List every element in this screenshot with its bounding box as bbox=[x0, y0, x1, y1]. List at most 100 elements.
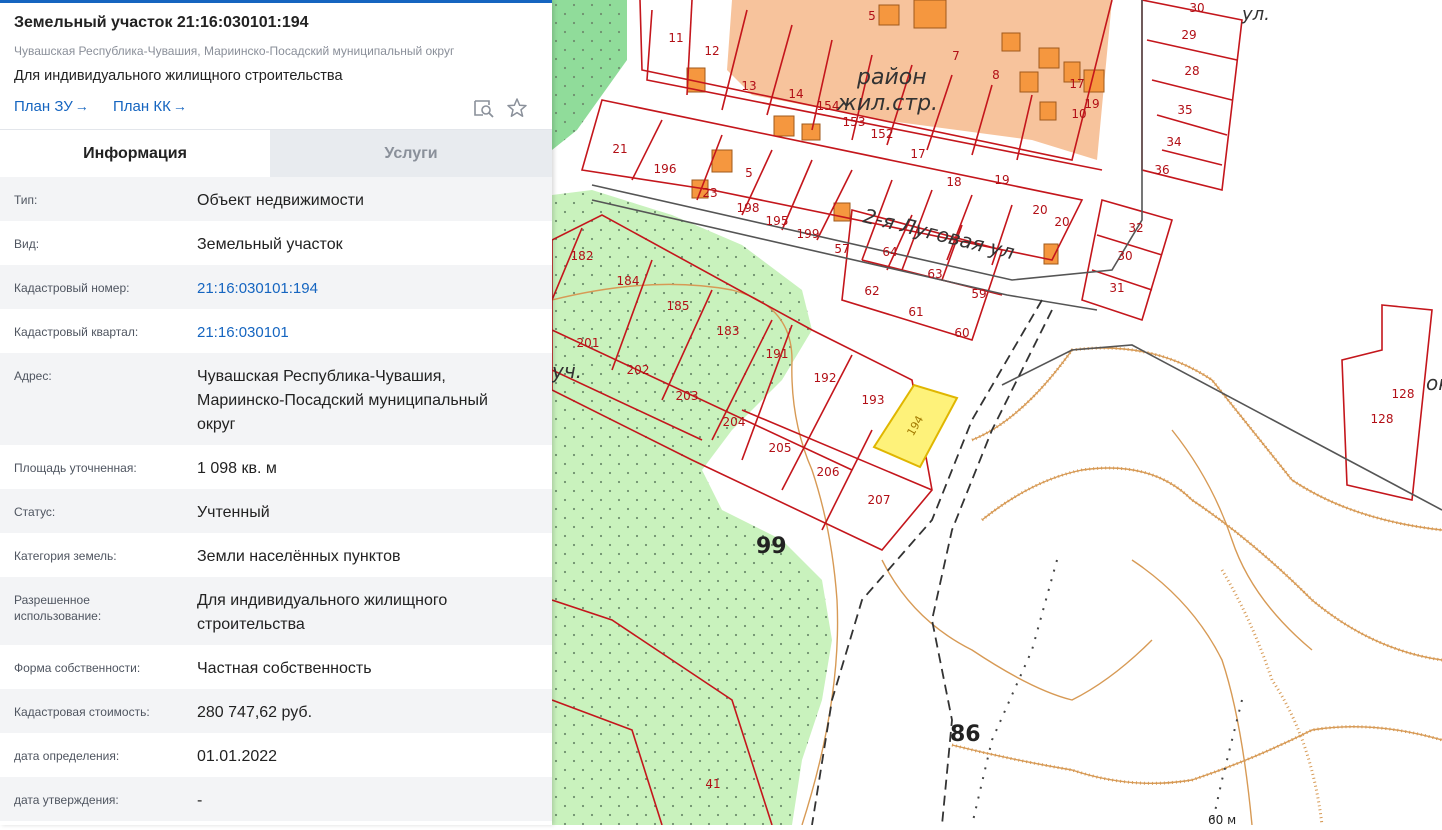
parcel-number: 29 bbox=[1181, 28, 1196, 42]
parcel-number: 14 bbox=[788, 87, 803, 101]
parcel-number: 196 bbox=[654, 162, 677, 176]
parcel-number: 21 bbox=[612, 142, 627, 156]
parcel-number: 36 bbox=[1154, 163, 1169, 177]
row-label: Вид: bbox=[14, 237, 40, 251]
building bbox=[1019, 71, 1039, 93]
plan-zu-link[interactable]: План ЗУ → bbox=[14, 98, 89, 115]
ok-label: ок bbox=[1426, 371, 1442, 395]
parcel-number: 152 bbox=[871, 127, 894, 141]
building bbox=[913, 0, 947, 29]
parcel-number: 60 bbox=[954, 326, 969, 340]
row-label: дата определения: bbox=[14, 749, 120, 763]
row-ownership: Форма собственности: Частная собственнос… bbox=[0, 645, 552, 689]
row-area: Площадь уточненная: 1 098 кв. м bbox=[0, 445, 552, 489]
parcel-number: 30 bbox=[1189, 1, 1204, 15]
elevation-99: 99 bbox=[756, 534, 787, 559]
row-value: Объект недвижимости bbox=[197, 192, 364, 209]
parcel-number: 7 bbox=[952, 49, 960, 63]
parcel-number: 193 bbox=[862, 393, 885, 407]
parcel-number: 199 bbox=[797, 227, 820, 241]
district-label: район bbox=[856, 65, 927, 90]
parcel-number: 20 bbox=[1032, 203, 1047, 217]
parcel-number: 17 bbox=[910, 147, 925, 161]
row-kind: Вид: Земельный участок bbox=[0, 221, 552, 265]
row-label: Адрес: bbox=[14, 369, 52, 383]
row-value: Частная собственность bbox=[197, 660, 372, 677]
parcel-number: 205 bbox=[769, 441, 792, 455]
info-table: Тип: Объект недвижимости Вид: Земельный … bbox=[0, 177, 552, 821]
row-value: 280 747,62 руб. bbox=[197, 704, 313, 721]
parcel-number: 128 bbox=[1392, 387, 1415, 401]
arrow-right-icon: → bbox=[172, 98, 187, 114]
parcel-number: 18 bbox=[946, 175, 961, 189]
district-label: жил.стр. bbox=[836, 91, 938, 116]
cadastral-quarter-link[interactable]: 21:16:030101 bbox=[197, 321, 527, 345]
parcel-number: 63 bbox=[927, 267, 942, 281]
cadastral-map[interactable]: 5 7 8 10 11 12 13 14 154 153 152 17 18 1… bbox=[551, 0, 1442, 827]
parcel-number: 153 bbox=[843, 115, 866, 129]
parcel-number: 34 bbox=[1166, 135, 1181, 149]
row-permitted-use: Разрешенное использование: Для индивидуа… bbox=[0, 577, 552, 645]
star-icon[interactable] bbox=[505, 96, 529, 120]
tab-information[interactable]: Информация bbox=[0, 130, 270, 178]
row-label: Кадастровый квартал: bbox=[14, 325, 139, 339]
parcel-number: 20 bbox=[1054, 215, 1069, 229]
row-value: - bbox=[197, 792, 203, 809]
scale-label: 60 м bbox=[1208, 813, 1236, 825]
map-search-icon[interactable] bbox=[472, 96, 496, 120]
parcel-number: 23 bbox=[702, 186, 717, 200]
panel-top-accent bbox=[0, 0, 552, 3]
region-subtitle: Чувашская Республика-Чувашия, Мариинско-… bbox=[14, 44, 455, 58]
parcel-number: 202 bbox=[627, 363, 650, 377]
building bbox=[801, 123, 821, 141]
purpose-text: Для индивидуального жилищного строительс… bbox=[14, 68, 343, 84]
parcel-number: 41 bbox=[705, 777, 720, 791]
parcel-number: 35 bbox=[1177, 103, 1192, 117]
tab-services[interactable]: Услуги bbox=[270, 130, 552, 178]
plan-kk-link[interactable]: План КК → bbox=[113, 98, 187, 115]
row-label: Категория земель: bbox=[14, 549, 117, 563]
row-type: Тип: Объект недвижимости bbox=[0, 177, 552, 221]
cadastral-number-link[interactable]: 21:16:030101:194 bbox=[197, 277, 527, 301]
parcel-number: 8 bbox=[992, 68, 1000, 82]
building bbox=[1001, 32, 1021, 52]
parcel-number: 183 bbox=[717, 324, 740, 338]
row-value: Учтенный bbox=[197, 504, 270, 521]
street-label: ул. bbox=[1241, 4, 1270, 25]
row-value: Чувашская Республика-Чувашия, Мариинско-… bbox=[197, 368, 488, 433]
plan-zu-label: План ЗУ bbox=[14, 98, 73, 115]
parcel-number: 59 bbox=[971, 287, 986, 301]
row-value: Для индивидуального жилищного строительс… bbox=[197, 592, 448, 633]
parcel-number: 64 bbox=[882, 245, 897, 259]
parcel-number: 13 bbox=[741, 79, 756, 93]
row-label: Разрешенное использование: bbox=[14, 593, 102, 623]
row-label: Статус: bbox=[14, 505, 56, 519]
parcel-number: 32 bbox=[1128, 221, 1143, 235]
row-address: Адрес: Чувашская Республика-Чувашия, Мар… bbox=[0, 353, 552, 445]
parcel-number: 12 bbox=[704, 44, 719, 58]
uch-label: уч. bbox=[552, 359, 582, 383]
row-cadastral-number: Кадастровый номер: 21:16:030101:194 bbox=[0, 265, 552, 309]
parcel-number: 185 bbox=[667, 299, 690, 313]
row-land-category: Категория земель: Земли населённых пункт… bbox=[0, 533, 552, 577]
parcel-number: 5 bbox=[745, 166, 753, 180]
parcel-number: 57 bbox=[834, 242, 849, 256]
parcel-number: 182 bbox=[571, 249, 594, 263]
parcel-number: 207 bbox=[868, 493, 891, 507]
row-cadastral-quarter: Кадастровый квартал: 21:16:030101 bbox=[0, 309, 552, 353]
row-approval-date: дата утверждения: - bbox=[0, 777, 552, 821]
row-label: Площадь уточненная: bbox=[14, 461, 137, 475]
parcel-number: 203 bbox=[676, 389, 699, 403]
parcel-number: 204 bbox=[723, 415, 746, 429]
building bbox=[1039, 101, 1057, 121]
parcel-number: 61 bbox=[908, 305, 923, 319]
row-label: Кадастровый номер: bbox=[14, 281, 130, 295]
row-label: Тип: bbox=[14, 193, 38, 207]
parcel-number: 192 bbox=[814, 371, 837, 385]
parcel-number: 11 bbox=[668, 31, 683, 45]
parcel-number: 31 bbox=[1109, 281, 1124, 295]
parcel-number: 5 bbox=[868, 9, 876, 23]
parcel-number: 19 bbox=[1084, 97, 1099, 111]
row-label: Кадастровая стоимость: bbox=[14, 705, 150, 719]
row-status: Статус: Учтенный bbox=[0, 489, 552, 533]
